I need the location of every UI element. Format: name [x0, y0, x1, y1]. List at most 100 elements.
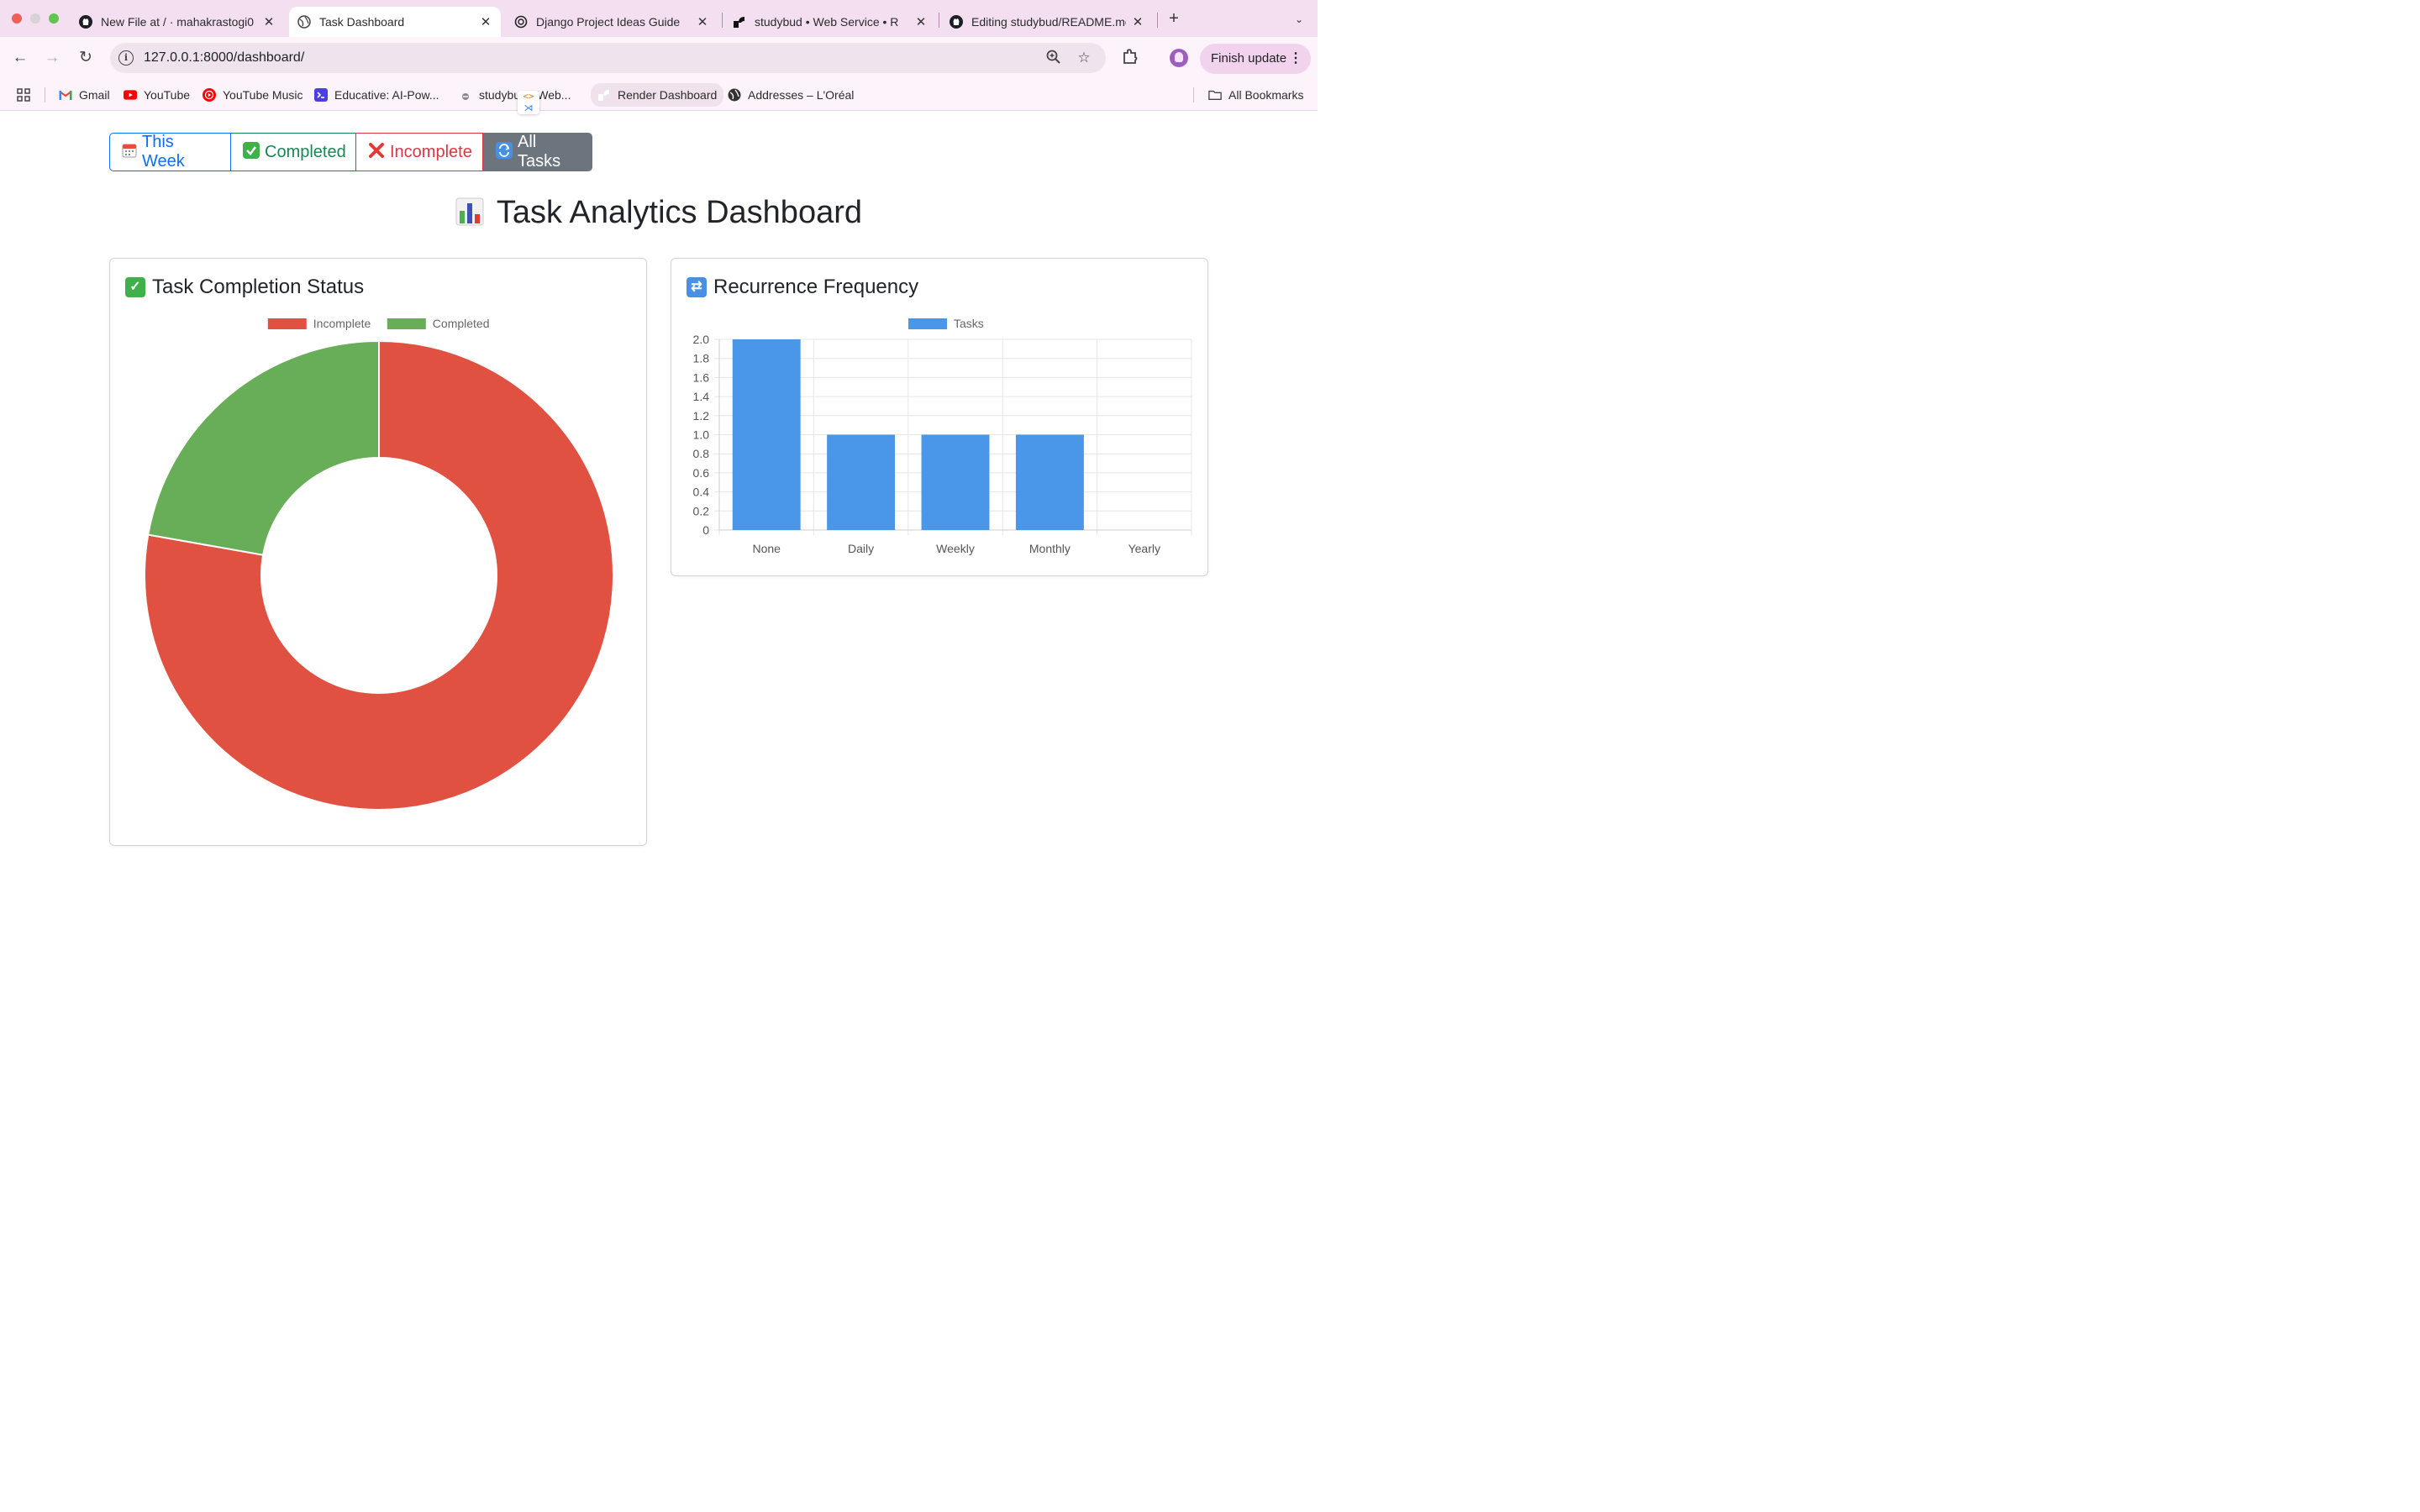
close-window-button[interactable] [12, 13, 22, 24]
y-tick-label: 0.2 [693, 504, 710, 517]
render-icon [459, 88, 472, 102]
bar-weekly [921, 434, 990, 530]
profile-avatar[interactable] [1170, 49, 1188, 67]
finish-update-button[interactable]: Finish update ⋮ [1200, 44, 1311, 74]
legend-swatch-completed [387, 318, 426, 329]
bookmark-youtube-music[interactable]: YouTube Music [203, 86, 302, 104]
completion-doughnut-chart: Incomplete Completed [144, 317, 614, 811]
apps-grid-icon[interactable] [17, 86, 30, 104]
more-menu-icon[interactable]: ⋮ [1289, 44, 1302, 74]
code-extension-icon[interactable]: <> ⋊ [518, 91, 539, 114]
browser-tab[interactable]: studybud • Web Service • R ✕ [724, 7, 936, 37]
tab-search-icon[interactable]: ⌄ [1289, 10, 1309, 29]
close-tab-icon[interactable]: ✕ [262, 14, 276, 29]
bookmark-addresses-loreal[interactable]: Addresses – L'Oréal [728, 86, 854, 104]
tab-title: Editing studybud/README.md [971, 15, 1126, 29]
tab-title: New File at / · mahakrastogi0 [101, 15, 255, 29]
incomplete-filter-button[interactable]: Incomplete [356, 133, 483, 171]
bar-daily [827, 434, 896, 530]
maximize-window-button[interactable] [49, 13, 59, 24]
x-tick-label-daily: Daily [848, 542, 874, 555]
refresh-icon [496, 141, 513, 163]
star-icon[interactable]: ☆ [1076, 50, 1092, 66]
browser-toolbar: ← → ↻ i 127.0.0.1:8000/dashboard/ ☆ [0, 37, 1318, 79]
browser-tab-active[interactable]: Task Dashboard ✕ [289, 7, 501, 37]
y-tick-label: 1.4 [693, 390, 710, 403]
finish-update-label: Finish update [1211, 51, 1287, 66]
bookmarks-bar: Gmail YouTube YouTube Music Educative: A… [0, 79, 1318, 111]
y-tick-label: 1.8 [693, 352, 710, 365]
page-title-text: Task Analytics Dashboard [496, 195, 862, 230]
back-arrow-icon[interactable]: ← [9, 47, 31, 69]
bookmark-educative[interactable]: Educative: AI-Pow... [314, 86, 439, 104]
github-icon [79, 15, 92, 29]
browser-tab[interactable]: New File at / · mahakrastogi0 ✕ [71, 7, 284, 37]
this-week-button[interactable]: This Week [109, 133, 231, 171]
close-tab-icon[interactable]: ✕ [696, 14, 709, 29]
new-tab-icon[interactable]: + [1165, 9, 1183, 28]
y-tick-label: 0.4 [693, 486, 710, 499]
bar-chart-icon [455, 197, 492, 228]
completion-status-card: ✓ Task Completion Status Incomplete Compl… [109, 258, 647, 846]
youtube-icon [124, 88, 137, 102]
close-tab-icon[interactable]: ✕ [479, 14, 492, 29]
page-title: Task Analytics Dashboard [0, 195, 1318, 231]
legend-swatch-tasks [908, 318, 947, 329]
openai-icon [514, 15, 528, 29]
github-icon [950, 15, 963, 29]
doughnut-slice-completed [147, 339, 380, 556]
filter-button-group: This Week Completed Incomplete All Tasks [109, 133, 592, 171]
close-tab-icon[interactable]: ✕ [914, 14, 928, 29]
x-tick-label-none: None [752, 542, 781, 555]
globe-icon [297, 15, 311, 29]
x-tick-label-yearly: Yearly [1128, 542, 1160, 555]
youtube-music-icon [203, 88, 216, 102]
recurrence-bar-chart: Tasks 0 0.2 0.4 0.6 0.8 1.0 1.2 1.4 1.6 1.8 2.0 None… [693, 317, 1192, 555]
site-info-icon[interactable]: i [118, 50, 134, 66]
all-bookmarks-button[interactable]: All Bookmarks [1208, 86, 1303, 104]
legend-swatch-incomplete [267, 318, 307, 329]
globe-icon [728, 88, 741, 102]
bookmark-youtube[interactable]: YouTube [124, 86, 190, 104]
browser-tab[interactable]: Editing studybud/README.md ✕ [941, 7, 1153, 37]
extensions-icon[interactable] [1121, 47, 1139, 66]
y-tick-label: 1.2 [693, 409, 710, 423]
reload-icon[interactable]: ↻ [75, 47, 97, 69]
legend-label-completed: Completed [433, 317, 490, 330]
render-icon [733, 15, 746, 29]
close-tab-icon[interactable]: ✕ [1131, 14, 1144, 29]
bookmark-studybud[interactable]: studybud · Web... [459, 86, 571, 104]
y-tick-label: 2.0 [693, 333, 710, 346]
tab-title: Django Project Ideas Guide [536, 15, 681, 29]
bookmark-render-dashboard[interactable]: Render Dashboard [591, 83, 724, 107]
y-tick-label: 0.6 [693, 466, 710, 480]
recurrence-frequency-card: ⇄ Recurrence Frequency Tasks 0 0.2 0.4 0.6 0.… [671, 258, 1208, 576]
legend-label-incomplete: Incomplete [313, 317, 371, 330]
check-icon [243, 141, 260, 163]
y-tick-label: 1.0 [693, 428, 710, 442]
bookmark-gmail[interactable]: Gmail [59, 86, 110, 104]
y-tick-label: 1.6 [693, 370, 710, 384]
calendar-icon [122, 143, 137, 162]
minimize-window-button[interactable] [30, 13, 40, 24]
x-tick-label-weekly: Weekly [936, 542, 975, 555]
render-icon [597, 88, 611, 102]
y-tick-label: 0 [702, 523, 709, 537]
educative-icon [314, 88, 328, 102]
address-bar[interactable]: i 127.0.0.1:8000/dashboard/ ☆ [110, 43, 1106, 73]
zoom-icon[interactable] [1045, 50, 1062, 66]
tab-title: Task Dashboard [319, 15, 405, 29]
bar-none [732, 339, 801, 530]
all-tasks-button[interactable]: All Tasks [483, 133, 592, 171]
url-text[interactable]: 127.0.0.1:8000/dashboard/ [144, 50, 304, 66]
x-tick-label-monthly: Monthly [1029, 542, 1071, 555]
tab-strip: New File at / · mahakrastogi0 ✕ Task Das… [0, 0, 1318, 37]
folder-icon [1208, 88, 1222, 102]
y-tick-label: 0.8 [693, 447, 710, 460]
completed-filter-button[interactable]: Completed [231, 133, 356, 171]
tab-title: studybud • Web Service • R [755, 15, 899, 29]
browser-tab[interactable]: Django Project Ideas Guide ✕ [506, 7, 718, 37]
bar-monthly [1015, 434, 1084, 530]
forward-arrow-icon[interactable]: → [41, 47, 63, 69]
gmail-icon [59, 88, 72, 102]
